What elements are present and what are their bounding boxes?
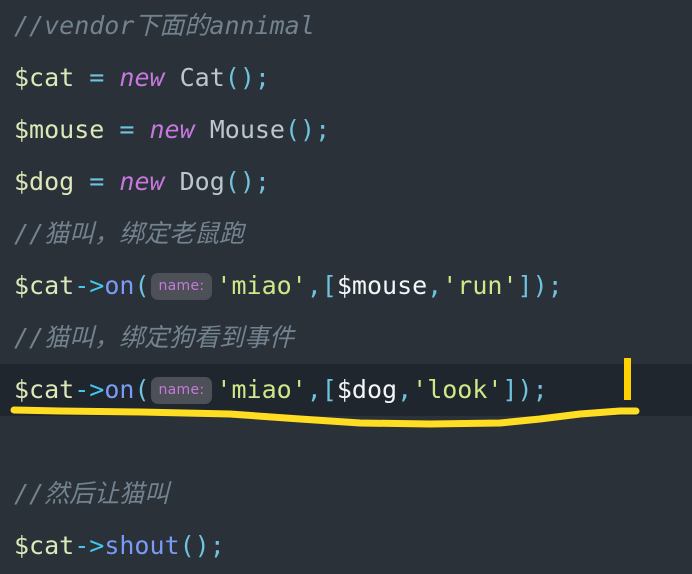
token-str: 'look' — [412, 375, 503, 404]
code-line-6[interactable]: $cat->on(name:'miao',[$mouse,'run']); — [0, 260, 692, 312]
token-var: $dog — [14, 167, 75, 196]
comment-text: //猫叫，绑定老鼠跑 — [14, 219, 245, 248]
text-caret — [624, 358, 631, 400]
token-pn: ; — [254, 63, 270, 92]
token-pn: ; — [209, 531, 225, 560]
token-var: $cat — [14, 531, 75, 560]
token-pn: () — [224, 63, 255, 92]
token-kw: new — [119, 167, 165, 196]
token-pn: , — [306, 375, 322, 404]
token-pn: ; — [315, 115, 331, 144]
token-var: $mouse — [14, 115, 105, 144]
token-pn: () — [179, 531, 210, 560]
token-var: $cat — [14, 375, 75, 404]
code-editor[interactable]: //vendor下面的annimal $cat = new Cat(); $mous… — [0, 0, 692, 574]
inlay-hint-name[interactable]: name: — [150, 273, 213, 300]
token-mth: on — [104, 271, 135, 300]
token-pn: ( — [134, 375, 150, 404]
token-pn: ) — [517, 375, 533, 404]
code-line-5[interactable]: //猫叫，绑定老鼠跑 — [0, 208, 692, 260]
comment-text: //vendor下面的annimal — [14, 11, 315, 40]
token-pn: () — [284, 115, 316, 144]
token-arrow: -> — [74, 271, 105, 300]
token-pn: () — [224, 167, 255, 196]
token-op: = — [89, 63, 105, 92]
token-cls: Dog — [179, 167, 225, 196]
blank-line[interactable] — [0, 416, 692, 468]
token-cls: Mouse — [209, 115, 285, 144]
token-arrow: -> — [74, 375, 105, 404]
inlay-hint-name[interactable]: name: — [150, 377, 213, 404]
token-pn: ] — [517, 271, 533, 300]
token-str: 'miao' — [216, 375, 307, 404]
token-pn: , — [427, 271, 443, 300]
token-op: = — [119, 115, 135, 144]
token-var: $cat — [14, 271, 75, 300]
code-line-1[interactable]: //vendor下面的annimal — [0, 0, 692, 52]
token-op: = — [89, 167, 105, 196]
token-varw: $mouse — [336, 271, 428, 300]
token-mth: shout — [104, 531, 180, 560]
token-pn: ] — [502, 375, 518, 404]
token-cls: Cat — [179, 63, 225, 92]
token-pn: ; — [547, 271, 563, 300]
code-line-11[interactable]: $cat->shout(); — [0, 520, 692, 572]
token-kw: new — [119, 63, 165, 92]
code-line-2[interactable]: $cat = new Cat(); — [0, 52, 692, 104]
token-str: 'miao' — [216, 271, 307, 300]
token-pn: , — [397, 375, 413, 404]
code-line-8[interactable]: $cat->on(name:'miao',[$dog,'look']); — [0, 364, 692, 416]
token-pn: ) — [532, 271, 548, 300]
comment-text: //猫叫，绑定狗看到事件 — [14, 323, 295, 352]
token-kw: new — [149, 115, 195, 144]
code-line-7[interactable]: //猫叫，绑定狗看到事件 — [0, 312, 692, 364]
token-var: $cat — [14, 63, 75, 92]
token-str: 'run' — [442, 271, 518, 300]
code-line-10[interactable]: //然后让猫叫 — [0, 468, 692, 520]
code-line-3[interactable]: $mouse = new Mouse(); — [0, 104, 692, 156]
token-pn: ; — [532, 375, 548, 404]
token-pn: ( — [134, 271, 150, 300]
token-pn: ; — [254, 167, 270, 196]
token-varw: $dog — [336, 375, 398, 404]
token-mth: on — [104, 375, 135, 404]
token-pn: [ — [321, 375, 337, 404]
code-line-4[interactable]: $dog = new Dog(); — [0, 156, 692, 208]
token-pn: , — [306, 271, 322, 300]
comment-text: //然后让猫叫 — [14, 479, 170, 508]
token-arrow: -> — [74, 531, 105, 560]
token-pn: [ — [321, 271, 337, 300]
